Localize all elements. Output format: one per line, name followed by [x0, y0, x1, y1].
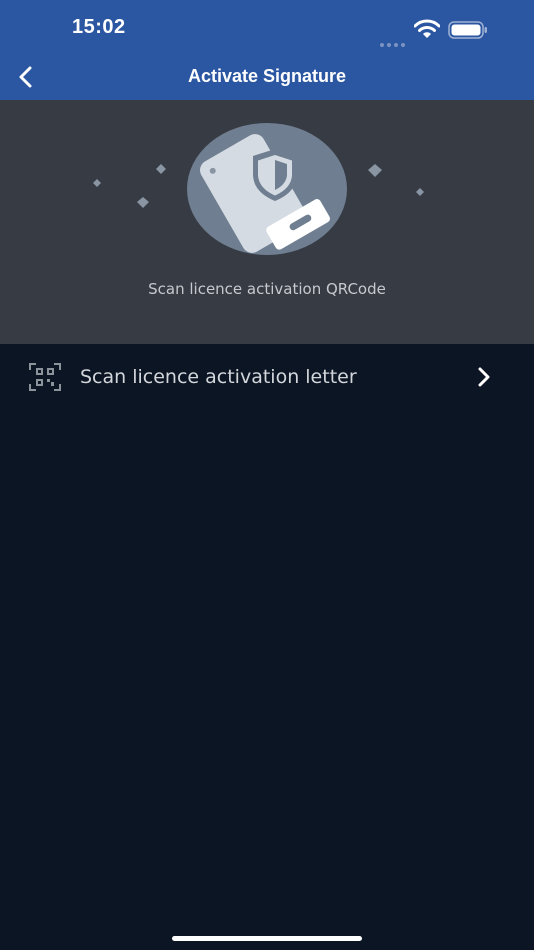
- status-time: 15:02: [72, 16, 126, 38]
- home-indicator[interactable]: [172, 936, 362, 941]
- qr-code-icon: [29, 363, 61, 391]
- signal-dots-icon: [380, 32, 408, 51]
- battery-icon: [448, 21, 487, 39]
- activate-signature-screen: 15:02 Activate Signature Scan licence ac…: [0, 0, 534, 950]
- chevron-right-icon: [478, 367, 490, 387]
- hero-caption: Scan licence activation QRCode: [148, 280, 386, 298]
- header-bar: 15:02 Activate Signature: [0, 0, 534, 100]
- list-item-scan-letter[interactable]: Scan licence activation letter: [0, 346, 534, 408]
- hero-panel: Scan licence activation QRCode: [0, 100, 534, 344]
- page-title: Activate Signature: [187, 66, 347, 86]
- scan-letter-label: Scan licence activation letter: [80, 366, 357, 388]
- phone-shield-icon: [93, 123, 424, 255]
- wifi-icon: [414, 19, 440, 38]
